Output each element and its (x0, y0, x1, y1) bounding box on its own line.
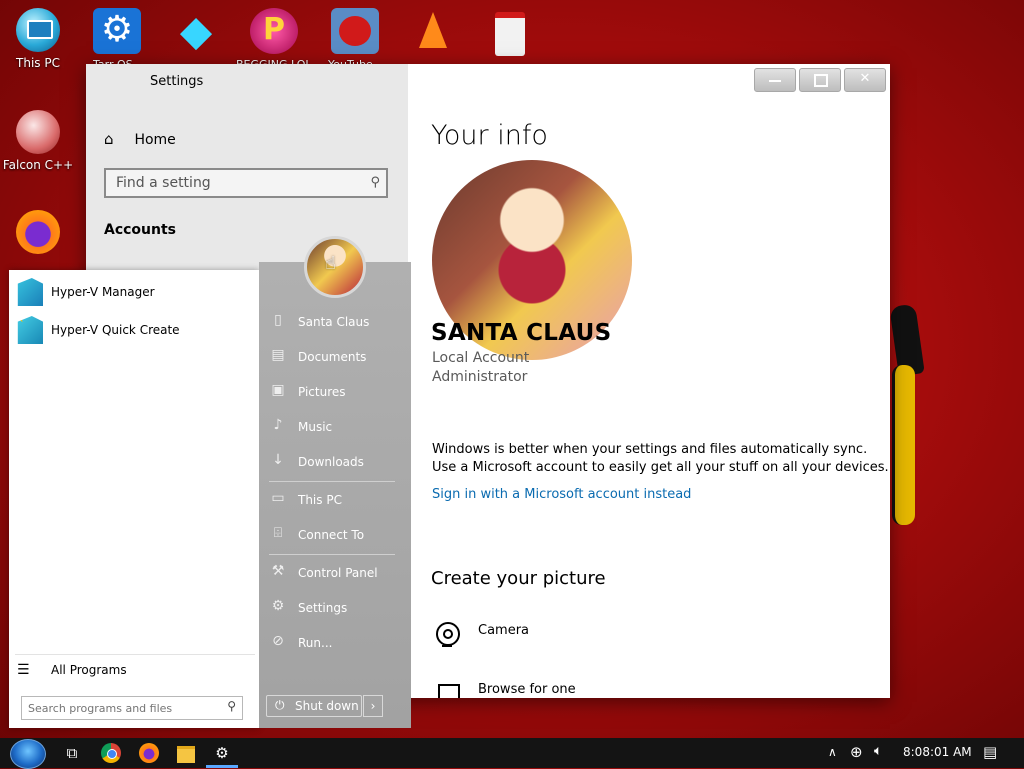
user-name: SANTA CLAUS (431, 320, 612, 346)
computer-icon: ▭ (271, 490, 285, 506)
taskbar: ⧉ ⚙ ∧ ⊕ 🔈︎ 8:08:01 AM ▤ (0, 738, 1024, 769)
vlc-cone-icon[interactable] (409, 8, 457, 54)
pictures-icon: ▣ (271, 382, 285, 398)
document-icon[interactable] (487, 8, 535, 56)
settings-gear-icon[interactable] (93, 8, 141, 54)
camera-option[interactable]: Camera (478, 623, 529, 638)
firefox-taskbar-icon[interactable] (139, 743, 159, 763)
desktop-icon-this-pc[interactable]: This PC (0, 8, 76, 70)
app-hyper-v-manager[interactable]: Hyper-V Manager (15, 276, 255, 310)
browse-option[interactable]: Browse for one (478, 682, 576, 697)
angry-bird-icon[interactable] (331, 8, 379, 54)
menu-divider (269, 554, 395, 555)
desktop-icon-firefox[interactable] (0, 210, 76, 258)
section-heading: Accounts (104, 222, 177, 238)
start-menu-programs: Hyper-V Manager Hyper-V Quick Create ☰ A… (9, 270, 259, 728)
start-item-downloads[interactable]: ↓ Downloads (269, 450, 405, 476)
this-pc-icon (16, 8, 60, 52)
find-setting-placeholder: Find a setting (116, 175, 211, 191)
start-item-documents[interactable]: ▤ Documents (269, 345, 405, 371)
start-item-user[interactable]: ▯ Santa Claus (269, 310, 405, 336)
browse-icon[interactable] (438, 684, 460, 698)
clock[interactable]: 8:08:01 AM (903, 745, 972, 759)
home-icon: ⌂ (104, 130, 114, 148)
p-game-icon[interactable] (250, 8, 298, 54)
account-type: Local Account (432, 350, 530, 366)
all-programs-button[interactable]: ☰ All Programs (15, 654, 255, 685)
firefox-icon (16, 210, 60, 254)
window-title: Settings (150, 74, 204, 89)
nav-home[interactable]: ⌂ Home (104, 130, 176, 148)
start-item-this-pc[interactable]: ▭ This PC (269, 488, 405, 514)
power-icon: ⏻ (275, 698, 285, 712)
connect-icon: ⌹ (273, 525, 283, 541)
start-item-run[interactable]: ⊘ Run... (269, 631, 405, 657)
shutdown-options-button[interactable]: › (363, 695, 383, 717)
gear-icon: ⚙ (271, 598, 285, 614)
volume-icon[interactable]: 🔈︎ (874, 743, 882, 759)
music-icon: ♪ (273, 417, 283, 433)
nav-home-label: Home (134, 132, 176, 148)
camera-icon[interactable] (434, 620, 462, 648)
control-panel-icon: ⚒ (271, 563, 285, 579)
settings-taskbar-icon[interactable]: ⚙ (212, 743, 232, 763)
account-role: Administrator (432, 369, 528, 385)
hyper-v-quick-create-icon (17, 316, 43, 344)
sign-in-microsoft-link[interactable]: Sign in with a Microsoft account instead (432, 487, 691, 502)
run-icon: ⊘ (272, 633, 284, 649)
chevron-right-icon: › (370, 699, 376, 713)
hand-cursor-icon: ☝ (325, 253, 336, 274)
start-item-settings[interactable]: ⚙ Settings (269, 596, 405, 622)
create-picture-heading: Create your picture (431, 568, 606, 589)
notification-icon[interactable]: ▤ (983, 743, 997, 761)
shutdown-button[interactable]: ⏻ Shut down (266, 695, 362, 717)
wallpaper-art (889, 303, 930, 525)
app-hyper-v-quick-create[interactable]: Hyper-V Quick Create (15, 314, 255, 348)
start-item-connect-to[interactable]: ⌹ Connect To (269, 523, 405, 549)
chevron-up-icon[interactable]: ∧ (828, 745, 837, 759)
desktop-icon-falcon-cpp[interactable]: Falcon C++ (0, 110, 76, 172)
close-button[interactable]: ✕ (844, 68, 886, 92)
minimize-button[interactable] (754, 68, 796, 92)
user-icon: ▯ (274, 312, 282, 328)
task-view-icon[interactable]: ⧉ (62, 743, 82, 763)
find-setting-input[interactable]: Find a setting ⚲ (104, 168, 388, 198)
start-item-control-panel[interactable]: ⚒ Control Panel (269, 561, 405, 587)
sync-text-2: Use a Microsoft account to easily get al… (432, 460, 889, 475)
documents-icon: ▤ (271, 347, 285, 363)
diamond-icon[interactable] (172, 8, 220, 54)
start-item-pictures[interactable]: ▣ Pictures (269, 380, 405, 406)
start-search-box[interactable]: ⚲ (21, 696, 243, 720)
start-menu-places: ▯ Santa Claus ▤ Documents ▣ Pictures ♪ M… (259, 236, 411, 728)
chrome-icon[interactable] (101, 743, 121, 763)
maximize-button[interactable] (799, 68, 841, 92)
page-title: Your info (431, 120, 548, 151)
start-item-music[interactable]: ♪ Music (269, 415, 405, 441)
hyper-v-manager-icon (17, 278, 43, 306)
file-explorer-icon[interactable] (176, 743, 196, 763)
downloads-icon: ↓ (272, 452, 284, 468)
list-icon: ☰ (17, 662, 30, 678)
start-search-input[interactable] (26, 697, 220, 720)
sync-text-1: Windows is better when your settings and… (432, 442, 868, 457)
start-button[interactable] (10, 739, 46, 769)
network-globe-icon[interactable]: ⊕ (850, 743, 863, 761)
search-icon: ⚲ (227, 699, 236, 713)
menu-divider (269, 481, 395, 482)
search-icon: ⚲ (370, 175, 380, 190)
falcon-cpp-icon (16, 110, 60, 154)
